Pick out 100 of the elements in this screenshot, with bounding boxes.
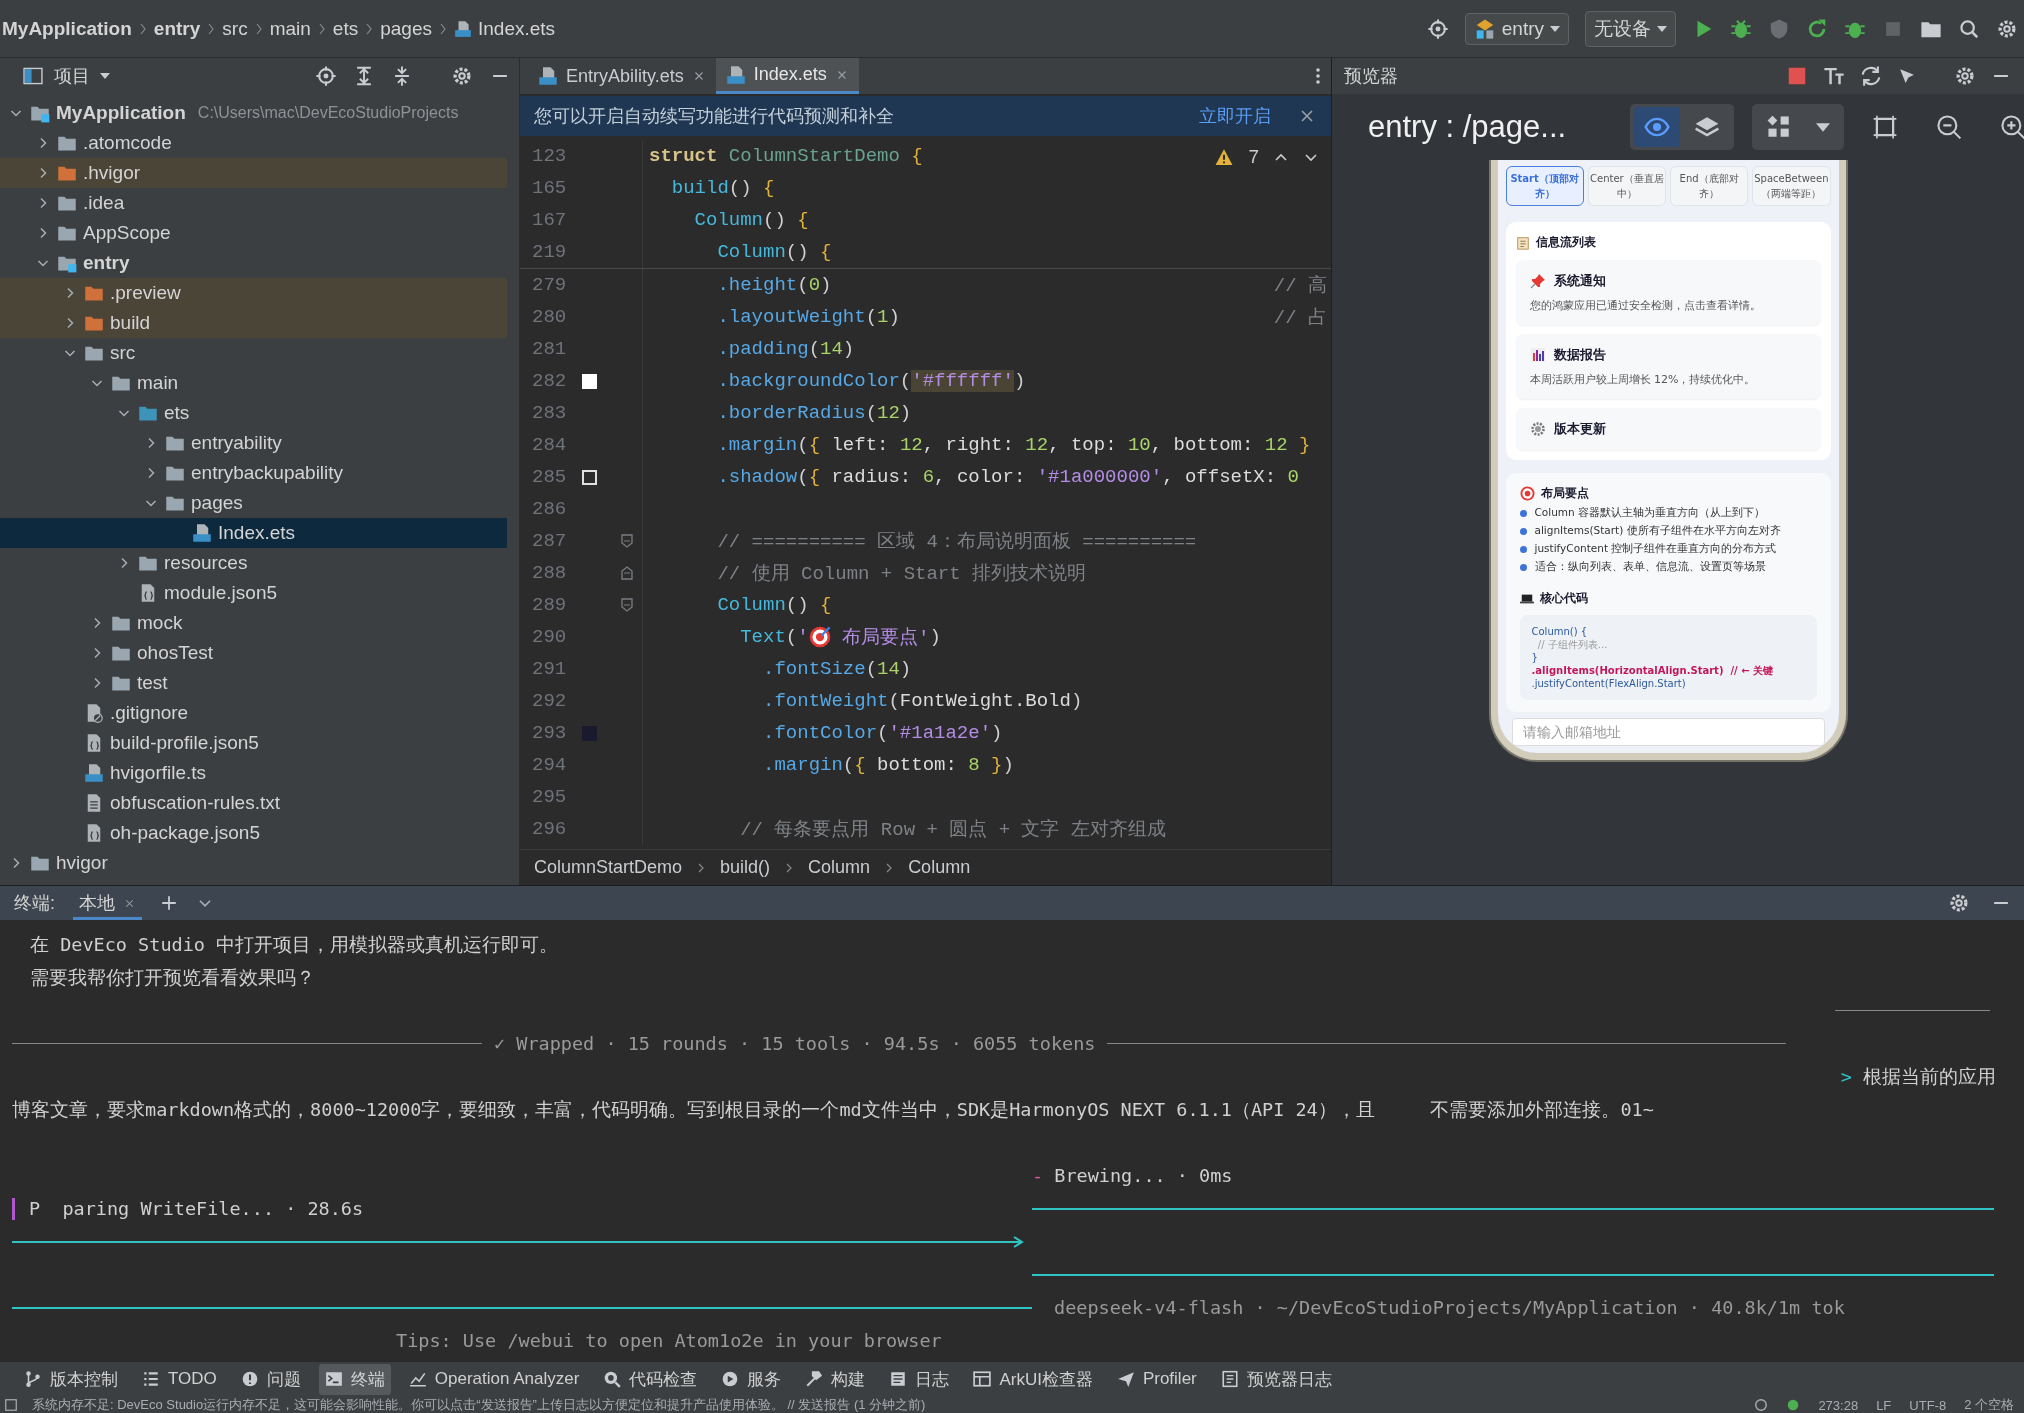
rotate-icon[interactable] — [1860, 65, 1882, 87]
tool-window-button[interactable]: ArkUI检查器 — [967, 1363, 1099, 1395]
eye-button[interactable] — [1634, 107, 1681, 147]
enable-link[interactable]: 立即开启 — [1199, 104, 1271, 128]
tree-item[interactable]: mock — [0, 608, 507, 638]
tree-item[interactable]: build — [0, 308, 507, 338]
tree-item[interactable]: .preview — [0, 278, 507, 308]
breadcrumb-item[interactable]: ColumnStartDemo — [534, 857, 683, 878]
fold-icon[interactable] — [620, 597, 634, 613]
indent-setting[interactable]: 2 个空格 — [1964, 1396, 2014, 1413]
tool-window-button[interactable]: Profiler — [1110, 1365, 1203, 1393]
color-swatch[interactable] — [582, 469, 597, 485]
breadcrumb-item[interactable]: ets — [332, 17, 359, 40]
search-icon[interactable] — [1958, 17, 1980, 40]
tool-window-button[interactable]: TODO — [136, 1365, 223, 1393]
text-size-icon[interactable] — [1822, 65, 1846, 87]
tree-item[interactable]: oh-package.json5 — [0, 818, 507, 848]
device-dropdown[interactable]: 无设备 — [1585, 10, 1676, 47]
color-swatch[interactable] — [582, 373, 597, 389]
stop-icon[interactable] — [1786, 65, 1808, 87]
breadcrumb-item[interactable]: Column — [808, 857, 871, 878]
tree-item[interactable]: MyApplication C:\Users\mac\DevEcoStudioProjects — [0, 98, 507, 128]
tree-item[interactable]: .gitignore — [0, 698, 507, 728]
terminal-tab[interactable]: 本地 — [73, 886, 142, 920]
breadcrumb-item[interactable]: pages — [380, 17, 432, 40]
editor-tab[interactable]: Index.ets — [715, 58, 859, 94]
tool-window-button[interactable]: 服务 — [715, 1363, 788, 1395]
tree-item[interactable]: build-profile.json5 — [0, 728, 507, 758]
tree-item[interactable]: obfuscation-rules.txt — [0, 788, 507, 818]
tree-item[interactable]: ohosTest — [0, 638, 507, 668]
line-ending[interactable]: LF — [1876, 1397, 1892, 1413]
play-icon — [721, 1370, 740, 1388]
add-icon[interactable] — [160, 894, 178, 912]
alignment-tab[interactable]: End（底部对齐） — [1670, 166, 1749, 206]
tree-item[interactable]: pages — [0, 488, 507, 518]
tool-window-button[interactable]: Operation Analyzer — [402, 1365, 586, 1393]
status-text: P paring WriteFile... · 28.6s — [29, 1198, 364, 1219]
settings-icon[interactable] — [1996, 17, 2018, 40]
settings-icon[interactable] — [451, 65, 473, 87]
tree-item[interactable]: AppScope — [0, 218, 507, 248]
cursor-position[interactable]: 273:28 — [1818, 1397, 1859, 1413]
tool-window-button[interactable]: 终端 — [318, 1363, 391, 1395]
tree-item[interactable]: resources — [0, 548, 507, 578]
tree-item[interactable]: hvigorfile.ts — [0, 758, 507, 788]
tree-item[interactable]: test — [0, 668, 507, 698]
fold-icon[interactable] — [620, 565, 634, 581]
tree-item[interactable]: hvigor — [0, 848, 507, 878]
alignment-tab[interactable]: Center（垂直居中） — [1587, 166, 1666, 206]
tool-window-button[interactable]: 问题 — [234, 1363, 307, 1395]
breadcrumb-item[interactable]: main — [269, 17, 311, 40]
caret-icon[interactable] — [1816, 122, 1831, 132]
more-icon[interactable] — [1315, 67, 1321, 85]
target-icon[interactable] — [315, 65, 337, 87]
breadcrumb-item[interactable]: build() — [720, 857, 771, 878]
breadcrumb-item[interactable]: Index.ets — [477, 17, 556, 40]
tool-window-button[interactable]: 代码检查 — [597, 1363, 704, 1395]
settings-icon[interactable] — [1954, 65, 1976, 87]
warning-count[interactable]: 7 — [1248, 146, 1259, 168]
email-field[interactable]: 请输入邮箱地址 — [1511, 718, 1825, 746]
tool-window-button[interactable]: 预览器日志 — [1214, 1363, 1338, 1395]
editor-tab[interactable]: EntryAbility.ets — [528, 58, 716, 94]
tree-item[interactable]: entrybackupability — [0, 458, 507, 488]
status-message[interactable]: 系统内存不足: DevEco Studio运行内存不足，这可能会影响性能。你可以点击“发送报告”上传日志以方便定位和提升产品使用体验。 // 发送报告 (1 分钟之前) — [32, 1396, 926, 1413]
shield-icon[interactable] — [1768, 17, 1790, 40]
bug-icon[interactable] — [1730, 17, 1752, 40]
tree-item[interactable]: src — [0, 338, 507, 368]
breadcrumb-item[interactable]: entry — [153, 17, 201, 40]
fold-icon[interactable] — [620, 533, 634, 549]
tree-item[interactable]: Index.ets — [0, 518, 507, 548]
target-icon[interactable] — [1426, 17, 1449, 40]
tree-item[interactable]: .idea — [0, 188, 507, 218]
panel-title[interactable]: 项目 — [54, 64, 90, 88]
tree-item[interactable]: module.json5 — [0, 578, 507, 608]
tree-item[interactable]: entry — [0, 248, 507, 278]
code-line: // 使用 Column + Start 排列技术说明 — [716, 562, 1087, 586]
line-number: 279 — [531, 274, 568, 296]
sync-icon[interactable] — [1754, 1398, 1769, 1412]
breadcrumb-item[interactable]: src — [222, 17, 248, 40]
card-text: 您的鸿蒙应用已通过安全检测，点击查看详情。 — [1529, 298, 1762, 313]
caret-icon[interactable] — [100, 73, 110, 79]
tree-item[interactable]: entryability — [0, 428, 507, 458]
panel-title[interactable]: 预览器 — [1344, 64, 1398, 88]
tree-item[interactable]: .atomcode — [0, 128, 507, 158]
tree-item[interactable]: ets — [0, 398, 507, 428]
branch-icon — [24, 1370, 42, 1388]
tree-item[interactable]: .hvigor — [0, 158, 507, 188]
breadcrumb-item[interactable]: MyApplication — [2, 17, 132, 40]
breadcrumb-item[interactable]: Column — [908, 857, 971, 878]
module-dropdown[interactable]: entry — [1464, 12, 1569, 45]
alignment-tab[interactable]: SpaceBetween（两端等距） — [1752, 166, 1831, 206]
tool-window-button[interactable]: 日志 — [883, 1363, 956, 1395]
settings-icon[interactable] — [1948, 892, 1970, 914]
tree-item[interactable]: main — [0, 368, 507, 398]
alignment-tab[interactable]: Start（顶部对齐） — [1505, 166, 1584, 206]
code-line: .height(0) // 高 — [716, 273, 1328, 298]
file-encoding[interactable]: UTF-8 — [1909, 1397, 1947, 1413]
tool-window-button[interactable]: 版本控制 — [18, 1363, 124, 1395]
panel-title[interactable]: 终端: — [14, 891, 55, 915]
refresh-icon[interactable] — [1806, 17, 1828, 40]
tool-window-button[interactable]: 构建 — [799, 1363, 872, 1395]
